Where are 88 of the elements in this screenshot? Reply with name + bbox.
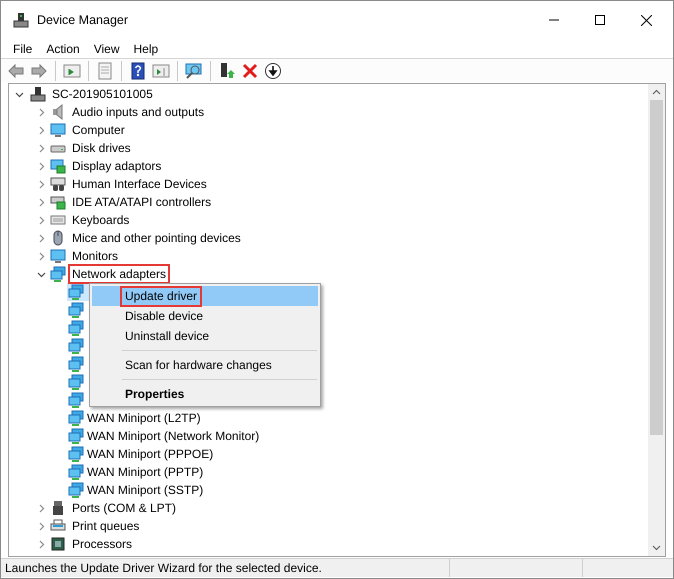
tree-item[interactable]: Mice and other pointing devices — [70, 230, 243, 246]
network-adapter-icon — [68, 464, 84, 480]
chevron-right-icon[interactable] — [37, 198, 46, 206]
tree-item[interactable]: Human Interface Devices — [70, 176, 209, 192]
tree-item[interactable]: Ports (COM & LPT) — [70, 500, 178, 516]
menu-item[interactable]: Update driver — [92, 286, 318, 306]
scrollbar[interactable] — [648, 84, 665, 556]
menu-item[interactable]: Uninstall device — [92, 326, 318, 346]
tree-item[interactable]: Processors — [70, 536, 134, 552]
chip-icon — [50, 536, 66, 552]
computer-icon — [30, 86, 46, 102]
chevron-down-icon[interactable] — [15, 90, 24, 98]
network-adapter-icon — [50, 266, 66, 282]
menu-item-label: Properties — [124, 386, 186, 402]
chevron-right-icon[interactable] — [37, 126, 46, 134]
tree-item[interactable]: Network adapters — [70, 266, 168, 282]
chevron-down-icon[interactable] — [37, 270, 46, 278]
chevron-right-icon[interactable] — [37, 162, 46, 170]
menu-item-label: Update driver — [122, 288, 200, 304]
device-row[interactable]: WAN Miniport (PPPOE) — [67, 445, 214, 463]
scroll-down-icon[interactable] — [652, 543, 661, 552]
menu-item-label: Scan for hardware changes — [124, 356, 273, 374]
maximize-icon — [595, 15, 605, 25]
device-row[interactable]: WAN Miniport (Network Monitor) — [67, 427, 260, 445]
tree-item[interactable]: Display adaptors — [70, 158, 164, 174]
port-icon — [50, 500, 66, 516]
device-row[interactable] — [67, 301, 84, 319]
menu-item[interactable]: Help — [126, 40, 166, 58]
chevron-right-icon[interactable] — [37, 144, 46, 152]
tree-item[interactable]: Computer — [70, 122, 127, 138]
scroll-up-icon[interactable] — [652, 88, 661, 97]
device-label: WAN Miniport (PPTP) — [87, 464, 204, 481]
device-manager-icon — [13, 12, 29, 28]
menu-item[interactable]: File — [6, 40, 40, 58]
monitor-icon — [50, 122, 66, 138]
device-row[interactable] — [67, 391, 84, 409]
network-adapter-icon — [68, 338, 84, 354]
network-adapter-icon — [68, 302, 84, 318]
tree-item[interactable]: Print queues — [70, 518, 142, 534]
chevron-right-icon[interactable] — [37, 180, 46, 188]
menu-item[interactable]: View — [86, 40, 126, 58]
device-label: WAN Miniport (SSTP) — [87, 482, 204, 499]
chevron-right-icon[interactable] — [37, 216, 46, 224]
tree-item[interactable]: Monitors — [70, 248, 120, 264]
window-title: Device Manager — [37, 12, 128, 29]
device-row[interactable] — [67, 355, 84, 373]
menu-item-label: Disable device — [124, 308, 204, 324]
chevron-right-icon[interactable] — [37, 522, 46, 530]
network-adapter-icon — [68, 482, 84, 498]
device-row[interactable] — [67, 373, 84, 391]
menu-item[interactable]: Scan for hardware changes — [92, 355, 318, 375]
device-row[interactable] — [67, 319, 84, 337]
network-adapter-icon — [68, 284, 84, 300]
chevron-right-icon[interactable] — [37, 504, 46, 512]
close-icon — [640, 14, 652, 26]
device-label: WAN Miniport (L2TP) — [87, 410, 201, 427]
device-label: WAN Miniport (Network Monitor) — [87, 428, 260, 445]
tree-item[interactable]: SC-201905101005 — [52, 85, 153, 103]
chevron-right-icon[interactable] — [37, 540, 46, 548]
status-text: Launches the Update Driver Wizard for the selected device. — [4, 560, 323, 577]
display-card-icon — [50, 158, 66, 174]
device-row[interactable] — [67, 337, 84, 355]
chevron-right-icon[interactable] — [37, 234, 46, 242]
tree-item[interactable]: IDE ATA/ATAPI controllers — [70, 194, 214, 210]
menu-item[interactable]: Properties — [92, 384, 318, 404]
controller-icon — [50, 194, 66, 210]
network-adapter-icon — [68, 320, 84, 336]
network-adapter-icon — [68, 428, 84, 444]
device-row[interactable]: WAN Miniport (SSTP) — [67, 481, 204, 499]
menu-item[interactable]: Disable device — [92, 306, 318, 326]
network-adapter-icon — [68, 392, 84, 408]
device-row[interactable]: WAN Miniport (PPTP) — [67, 463, 204, 481]
device-label: WAN Miniport (PPPOE) — [87, 446, 214, 463]
tree-item[interactable]: Keyboards — [70, 212, 132, 228]
tree-item[interactable]: Disk drives — [70, 140, 133, 156]
menu-item-label: Uninstall device — [124, 328, 210, 344]
chevron-right-icon[interactable] — [37, 252, 46, 260]
tree-item[interactable]: Audio inputs and outputs — [70, 104, 206, 120]
scrollbar-thumb[interactable] — [650, 100, 663, 435]
network-adapter-icon — [68, 374, 84, 390]
device-row[interactable]: WAN Miniport (L2TP) — [67, 409, 201, 427]
menu-item[interactable]: Action — [39, 40, 87, 58]
monitor-icon — [50, 248, 66, 264]
network-adapter-icon — [68, 410, 84, 426]
network-adapter-icon — [68, 446, 84, 462]
keyboard-mouse-icon — [50, 176, 66, 192]
chevron-right-icon[interactable] — [37, 108, 46, 116]
network-adapter-icon — [68, 356, 84, 372]
